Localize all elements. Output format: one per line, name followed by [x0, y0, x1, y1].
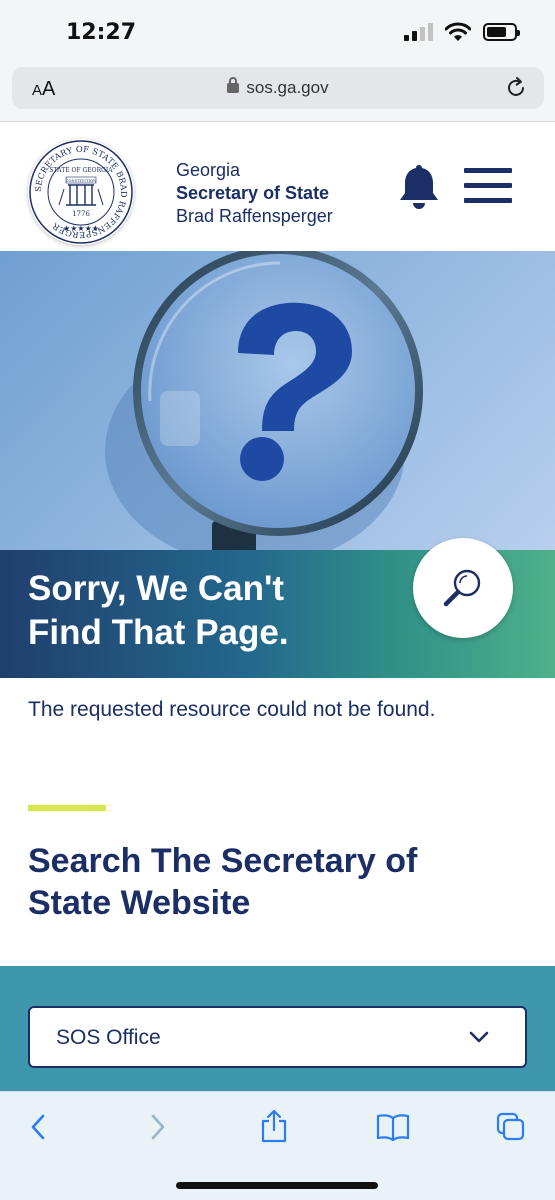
wifi-icon: [445, 22, 471, 41]
search-button[interactable]: [413, 538, 513, 638]
office-select-value: SOS Office: [56, 1026, 161, 1049]
error-banner: Sorry, We Can't Find That Page.: [0, 538, 555, 678]
home-indicator: [176, 1182, 378, 1189]
url-display[interactable]: sos.ga.gov: [12, 77, 544, 98]
status-icons: [404, 22, 520, 42]
search-panel: SOS Office: [0, 966, 555, 1091]
seal-inner-text: STATE OF GEORGIA: [49, 167, 113, 174]
notification-bell-icon[interactable]: [396, 163, 442, 211]
seal-banner-text: CONSTITUTION: [66, 179, 96, 183]
hamburger-menu-icon[interactable]: [464, 168, 512, 204]
brand-office: Secretary of State: [176, 183, 330, 203]
accent-divider: [28, 805, 106, 811]
seal-graphic: SECRETARY OF STATE BRAD RAFFENSPERGER ST…: [29, 140, 133, 244]
chevron-down-icon: [469, 1031, 489, 1043]
error-message: The requested resource could not be foun…: [28, 698, 436, 721]
site-header: SECRETARY OF STATE BRAD RAFFENSPERGER ST…: [0, 123, 555, 251]
search-icon: [443, 569, 481, 607]
cellular-signal-icon: [404, 23, 433, 41]
forward-icon[interactable]: [148, 1112, 168, 1142]
site-brand[interactable]: Georgia Secretary of State Brad Raffensp…: [176, 159, 333, 228]
back-icon[interactable]: [28, 1112, 48, 1142]
status-time: 12:27: [66, 20, 137, 45]
battery-icon: [483, 23, 520, 41]
seal-stars: ★★★★★: [63, 224, 99, 233]
address-bar[interactable]: AA sos.ga.gov: [12, 67, 544, 109]
status-bar: 12:27: [0, 0, 555, 62]
seal-year: 1776: [72, 210, 90, 218]
share-icon[interactable]: [259, 1108, 289, 1144]
brand-state: Georgia: [176, 160, 241, 180]
error-title: Sorry, We Can't Find That Page.: [28, 569, 289, 652]
magnifier-question-icon: [105, 251, 423, 551]
tabs-icon[interactable]: [496, 1112, 526, 1142]
hero-image: [0, 251, 555, 551]
lock-icon: [227, 77, 240, 93]
bookmarks-icon[interactable]: [376, 1112, 410, 1142]
office-select[interactable]: SOS Office: [28, 1006, 527, 1068]
search-section-title: Search The Secretary of State Website: [28, 842, 418, 922]
georgia-seal-logo[interactable]: SECRETARY OF STATE BRAD RAFFENSPERGER ST…: [28, 139, 134, 245]
browser-address-area: AA sos.ga.gov: [0, 62, 555, 122]
url-text: sos.ga.gov: [246, 78, 329, 97]
brand-official: Brad Raffensperger: [176, 206, 333, 226]
reload-icon[interactable]: [504, 76, 528, 100]
